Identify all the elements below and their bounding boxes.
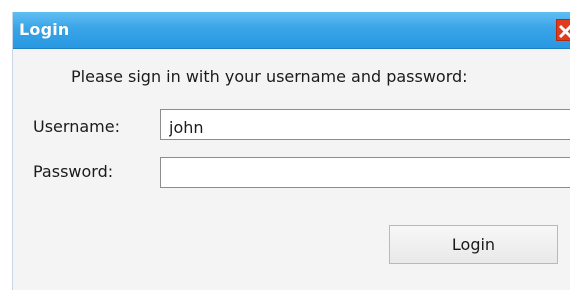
dialog-title: Login [19, 20, 70, 39]
screen: Login Please sign in with your username … [0, 0, 570, 290]
close-button[interactable] [556, 19, 570, 41]
top-strip [0, 0, 570, 12]
close-icon [558, 24, 570, 39]
login-dialog: Login Please sign in with your username … [12, 12, 570, 290]
login-button[interactable]: Login [389, 225, 558, 264]
dialog-titlebar[interactable]: Login [13, 12, 570, 49]
password-label: Password: [33, 162, 114, 181]
username-label: Username: [33, 117, 120, 136]
password-field[interactable] [160, 157, 570, 188]
username-field[interactable] [160, 109, 570, 140]
sign-in-prompt: Please sign in with your username and pa… [71, 67, 468, 86]
